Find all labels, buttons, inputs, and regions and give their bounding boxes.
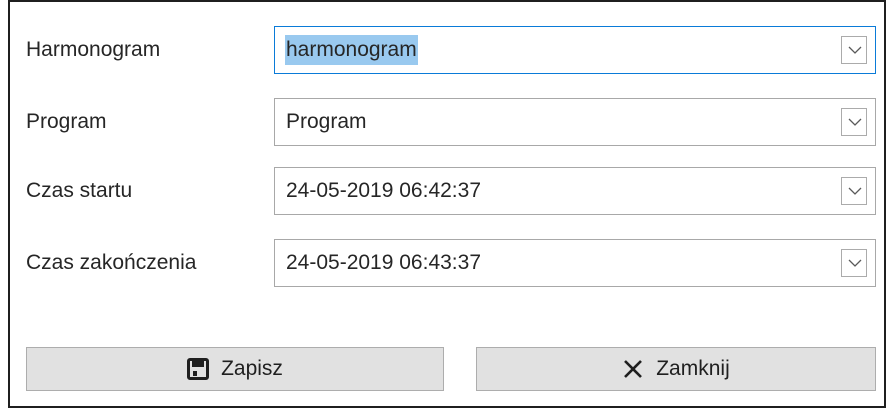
harmonogram-dropdown-button[interactable] bbox=[841, 36, 867, 64]
end-time-dropdown-button[interactable] bbox=[841, 249, 867, 277]
save-button[interactable]: Zapisz bbox=[26, 347, 444, 391]
schedule-dialog: Harmonogram harmonogram Program Program … bbox=[8, 0, 886, 408]
harmonogram-combobox[interactable]: harmonogram bbox=[274, 26, 876, 74]
program-label: Program bbox=[26, 110, 107, 133]
chevron-down-icon bbox=[848, 46, 862, 54]
start-time-value: 24-05-2019 06:42:37 bbox=[286, 179, 481, 202]
chevron-down-icon bbox=[848, 118, 862, 126]
field-row-start-time: Czas startu 24-05-2019 06:42:37 bbox=[10, 167, 884, 215]
start-time-dropdown-button[interactable] bbox=[841, 177, 867, 205]
close-icon bbox=[624, 360, 643, 378]
start-time-picker[interactable]: 24-05-2019 06:42:37 bbox=[274, 167, 876, 215]
end-time-value: 24-05-2019 06:43:37 bbox=[286, 251, 481, 274]
field-row-end-time: Czas zakończenia 24-05-2019 06:43:37 bbox=[10, 239, 884, 287]
end-time-label: Czas zakończenia bbox=[26, 251, 197, 274]
chevron-down-icon bbox=[848, 259, 862, 267]
program-dropdown-button[interactable] bbox=[841, 108, 867, 136]
end-time-picker[interactable]: 24-05-2019 06:43:37 bbox=[274, 239, 876, 287]
start-time-label: Czas startu bbox=[26, 179, 133, 202]
field-row-harmonogram: Harmonogram harmonogram bbox=[10, 26, 884, 74]
close-button[interactable]: Zamknij bbox=[476, 347, 876, 391]
harmonogram-label: Harmonogram bbox=[26, 38, 161, 61]
save-icon bbox=[187, 358, 210, 380]
program-value: Program bbox=[286, 110, 367, 133]
field-row-program: Program Program bbox=[10, 98, 884, 146]
close-button-label: Zamknij bbox=[656, 357, 730, 380]
chevron-down-icon bbox=[848, 187, 862, 195]
harmonogram-value: harmonogram bbox=[285, 35, 418, 65]
save-button-label: Zapisz bbox=[221, 357, 283, 380]
program-combobox[interactable]: Program bbox=[274, 98, 876, 146]
